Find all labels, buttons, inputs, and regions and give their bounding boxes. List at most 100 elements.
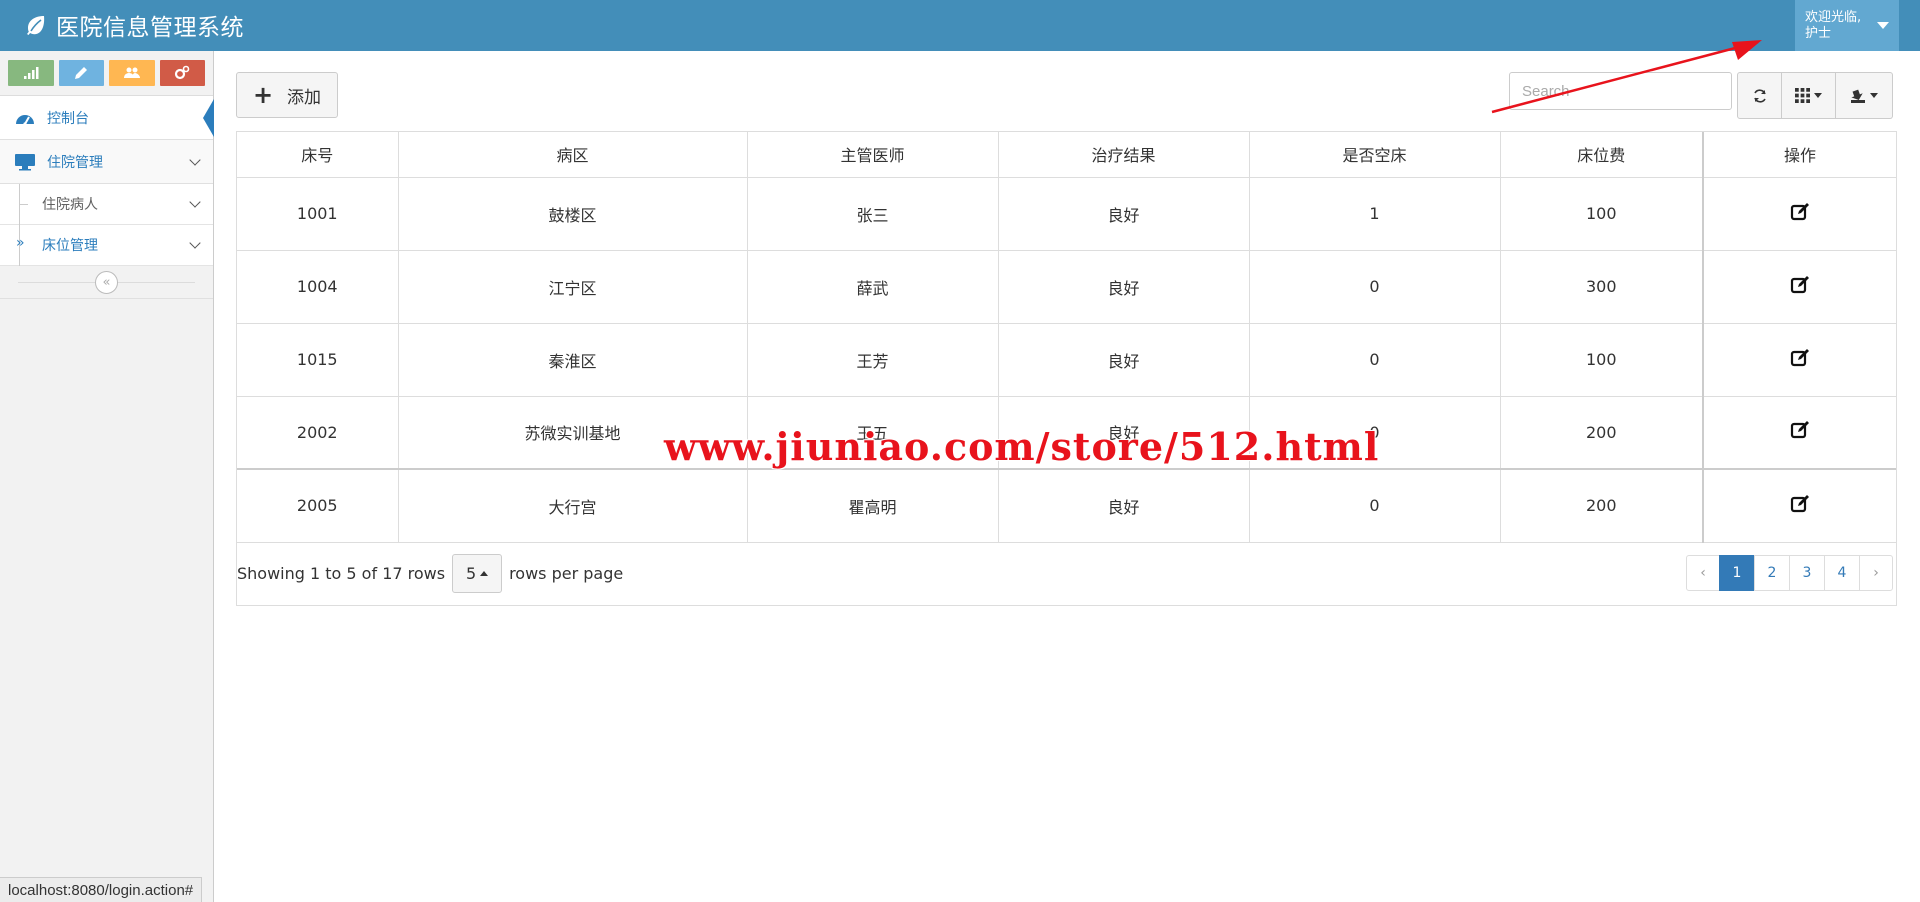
users-icon — [123, 67, 140, 78]
page-button-2[interactable]: 2 — [1754, 555, 1790, 591]
export-button[interactable] — [1836, 72, 1893, 119]
leaf-icon — [27, 16, 45, 35]
chevron-down-icon — [189, 154, 201, 166]
add-button[interactable]: + 添加 — [236, 72, 338, 118]
cell-bed-fee: 200 — [1500, 468, 1704, 543]
bed-table-container: 床号 病区 主管医师 治疗结果 是否空床 床位费 操作 1001 鼓楼区 张三 … — [236, 131, 1897, 606]
edit-icon[interactable] — [1790, 420, 1810, 440]
user-menu-dropdown[interactable]: 欢迎光临, 护士 — [1795, 0, 1899, 51]
cell-doctor: 王芳 — [747, 323, 999, 397]
annotation-arrow — [1491, 40, 1762, 114]
column-header[interactable]: 主管医师 — [747, 132, 999, 178]
table-row[interactable]: 1015 秦淮区 王芳 良好 0 100 — [237, 323, 1896, 397]
shortcut-edit-button[interactable] — [58, 60, 104, 86]
table-row[interactable]: 1001 鼓楼区 张三 良好 1 100 — [237, 177, 1896, 251]
cell-bed-number: 2005 — [237, 468, 399, 543]
caret-up-icon — [480, 570, 489, 576]
sidebar-subitem-bed-management[interactable]: » 床位管理 — [0, 225, 213, 266]
cell-bed-fee: 300 — [1500, 250, 1704, 324]
caret-down-icon — [1870, 93, 1878, 98]
column-header[interactable]: 是否空床 — [1249, 132, 1501, 178]
app-title: 医院信息管理系统 — [56, 15, 244, 41]
watermark-text: www.jiuniao.com/store/512.html — [664, 424, 1380, 469]
cell-actions — [1702, 250, 1896, 324]
column-header: 操作 — [1702, 132, 1896, 178]
pagination: ‹ 1 2 3 4 › — [1686, 555, 1893, 591]
cell-bed-number: 1015 — [237, 323, 399, 397]
sidebar: 控制台 住院管理 住院病人 » 床位管理 « — [0, 51, 214, 902]
prev-page-button[interactable]: ‹ — [1686, 555, 1720, 591]
grid-icon — [1795, 88, 1810, 103]
export-icon — [1851, 89, 1865, 103]
column-header[interactable]: 治疗结果 — [998, 132, 1250, 178]
edit-icon[interactable] — [1790, 494, 1810, 514]
shortcut-users-button[interactable] — [109, 60, 155, 86]
chevron-down-icon — [189, 237, 201, 249]
cell-doctor: 张三 — [747, 177, 999, 251]
edit-icon[interactable] — [1790, 348, 1810, 368]
cell-empty-bed: 1 — [1249, 177, 1501, 251]
edit-icon[interactable] — [1790, 275, 1810, 295]
cell-ward: 秦淮区 — [398, 323, 748, 397]
sidebar-subitem-label: 床位管理 — [42, 238, 98, 254]
page-button-4[interactable]: 4 — [1824, 555, 1860, 591]
cell-bed-number: 2002 — [237, 396, 399, 470]
app-brand[interactable]: 医院信息管理系统 — [24, 8, 244, 42]
column-header[interactable]: 床位费 — [1500, 132, 1704, 178]
cell-bed-fee: 200 — [1500, 396, 1704, 470]
sidebar-subitem-label: 住院病人 — [42, 197, 98, 213]
cell-result: 良好 — [998, 323, 1250, 397]
column-header[interactable]: 病区 — [398, 132, 748, 178]
shortcut-settings-button[interactable] — [159, 60, 205, 86]
caret-down-icon — [1877, 22, 1889, 29]
cell-doctor: 薛武 — [747, 250, 999, 324]
cell-actions — [1702, 323, 1896, 397]
cell-ward: 鼓楼区 — [398, 177, 748, 251]
cell-empty-bed: 0 — [1249, 250, 1501, 324]
cell-ward: 大行宫 — [398, 468, 748, 543]
table-row[interactable]: 1004 江宁区 薛武 良好 0 300 — [237, 250, 1896, 324]
edit-icon[interactable] — [1790, 202, 1810, 222]
cell-actions — [1702, 177, 1896, 251]
columns-toggle-button[interactable] — [1782, 72, 1836, 119]
column-header[interactable]: 床号 — [237, 132, 399, 178]
cell-bed-fee: 100 — [1500, 323, 1704, 397]
sidebar-item-dashboard[interactable]: 控制台 — [0, 96, 214, 140]
add-button-label: 添加 — [287, 87, 322, 108]
cell-actions — [1702, 396, 1896, 470]
cell-result: 良好 — [998, 177, 1250, 251]
cell-result: 良好 — [998, 250, 1250, 324]
signal-icon — [23, 67, 39, 79]
pagination-info: Showing 1 to 5 of 17 rows 5 rows per pag… — [237, 553, 623, 593]
sidebar-collapse-button[interactable]: « — [95, 271, 118, 294]
sidebar-item-label: 住院管理 — [47, 154, 103, 171]
sidebar-shortcuts — [0, 51, 213, 96]
page-size-dropdown[interactable]: 5 — [452, 553, 503, 593]
page-button-1[interactable]: 1 — [1719, 555, 1755, 591]
pencil-icon — [75, 67, 88, 79]
shortcut-stats-button[interactable] — [8, 60, 54, 86]
showing-rows-text: Showing 1 to 5 of 17 rows — [237, 563, 446, 583]
sidebar-collapse-row: « — [0, 266, 213, 299]
cogs-icon — [175, 65, 190, 80]
user-role: 护士 — [1805, 25, 1832, 41]
double-chevron-left-icon: « — [102, 275, 111, 290]
sidebar-item-label: 控制台 — [47, 110, 89, 127]
bed-table: 床号 病区 主管医师 治疗结果 是否空床 床位费 操作 1001 鼓楼区 张三 … — [237, 132, 1896, 543]
active-indicator — [203, 99, 214, 137]
table-header-row: 床号 病区 主管医师 治疗结果 是否空床 床位费 操作 — [237, 132, 1896, 178]
page-button-3[interactable]: 3 — [1789, 555, 1825, 591]
chevron-down-icon — [189, 196, 201, 208]
cell-bed-number: 1001 — [237, 177, 399, 251]
desktop-icon — [14, 153, 36, 171]
sidebar-subitem-inpatients[interactable]: 住院病人 — [0, 184, 213, 225]
next-page-button[interactable]: › — [1859, 555, 1893, 591]
page-size-value: 5 — [465, 563, 477, 583]
dashboard-icon — [14, 109, 36, 127]
sidebar-item-inpatient-management[interactable]: 住院管理 — [0, 140, 213, 184]
double-chevron-right-icon: » — [16, 235, 25, 251]
table-row[interactable]: 2005 大行宫 瞿高明 良好 0 200 — [237, 468, 1896, 543]
cell-doctor: 瞿高明 — [747, 468, 999, 543]
rows-per-page-text: rows per page — [509, 563, 624, 583]
caret-down-icon — [1814, 93, 1822, 98]
